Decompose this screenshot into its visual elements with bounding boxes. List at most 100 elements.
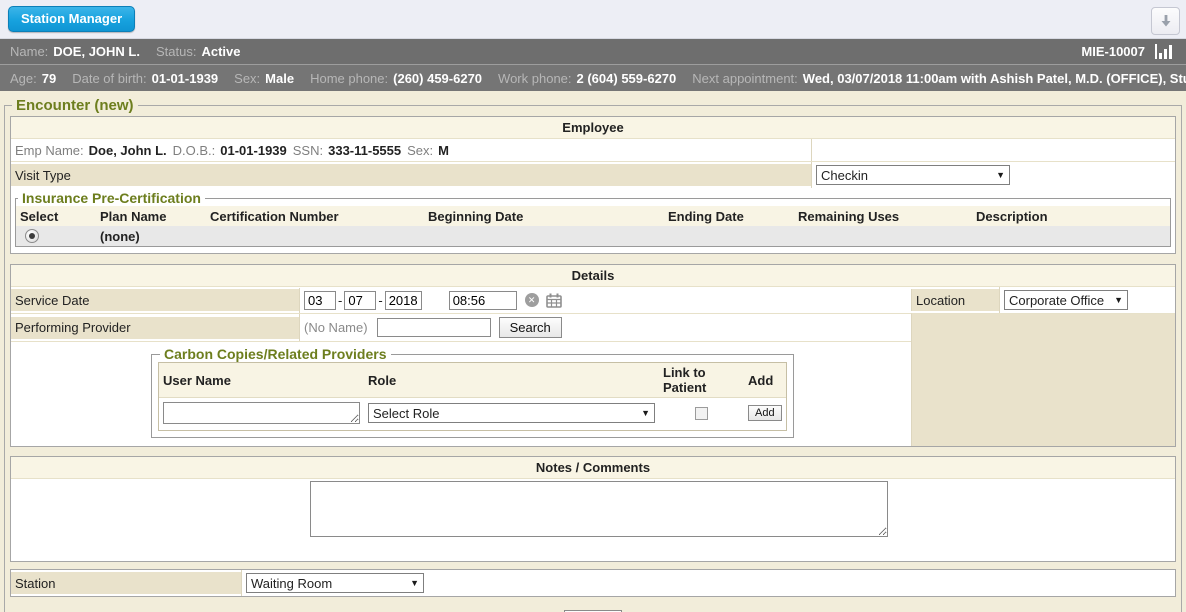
emp-dob-value: 01-01-1939 — [220, 143, 287, 158]
station-selected: Waiting Room — [251, 576, 332, 591]
dob-value: 01-01-1939 — [152, 71, 219, 86]
clear-date-icon[interactable]: ✕ — [525, 293, 539, 307]
age-value: 79 — [42, 71, 56, 86]
download-arrow-icon — [1158, 13, 1174, 29]
col-role: Role — [364, 371, 659, 390]
cc-user-name-input[interactable] — [163, 402, 360, 424]
home-phone-label: Home phone: — [310, 71, 388, 86]
sex-value: Male — [265, 71, 294, 86]
employee-info-row: Emp Name: Doe, John L. D.O.B.: 01-01-193… — [11, 139, 1175, 161]
notes-body — [11, 479, 1175, 561]
encounter-legend: Encounter (new) — [12, 97, 138, 114]
col-description: Description — [972, 206, 1170, 226]
col-link-to-patient: Link to Patient — [659, 363, 744, 397]
download-button[interactable] — [1151, 7, 1180, 35]
employee-info-empty-cell — [811, 139, 1175, 161]
col-certification-number: Certification Number — [206, 206, 424, 226]
col-plan-name: Plan Name — [96, 206, 206, 226]
carbon-copies-fieldset: Carbon Copies/Related Providers User Nam… — [151, 346, 794, 438]
col-select: Select — [16, 206, 96, 226]
patient-status: Active — [201, 44, 240, 59]
date-separator: - — [338, 293, 342, 308]
emp-dob-label: D.O.B.: — [173, 143, 216, 158]
carbon-copies-legend: Carbon Copies/Related Providers — [160, 346, 391, 362]
top-toolbar: Station Manager — [0, 0, 1186, 39]
station-section: Station Waiting Room ▼ — [10, 569, 1176, 597]
col-remaining-uses: Remaining Uses — [794, 206, 972, 226]
emp-sex-label: Sex: — [407, 143, 433, 158]
visit-type-row: Visit Type Checkin ▼ — [11, 161, 1175, 188]
chart-icon[interactable] — [1154, 44, 1176, 59]
details-section: Details Service Date - - ✕ — [10, 264, 1176, 447]
visit-type-select[interactable]: Checkin ▼ — [816, 165, 1010, 185]
cc-role-select[interactable]: Select Role ▼ — [368, 403, 655, 423]
location-selected: Corporate Office — [1009, 293, 1104, 308]
emp-ssn-value: 333-11-5555 — [328, 143, 401, 158]
insurance-plan-none: (none) — [96, 226, 206, 246]
provider-search-input[interactable] — [377, 318, 491, 337]
status-label: Status: — [156, 44, 196, 59]
insurance-fieldset: Insurance Pre-Certification Select Plan … — [15, 190, 1171, 247]
service-time-input[interactable] — [449, 291, 517, 310]
employee-header: Employee — [11, 117, 1175, 139]
insurance-legend: Insurance Pre-Certification — [18, 190, 205, 206]
service-date-inputs: - - ✕ — [299, 288, 911, 313]
encounter-fieldset: Encounter (new) Employee Emp Name: Doe, … — [4, 97, 1182, 612]
insurance-row-none: (none) — [16, 226, 1170, 246]
service-date-label: Service Date — [11, 289, 299, 311]
cc-link-patient-checkbox[interactable] — [695, 407, 708, 420]
calendar-icon[interactable] — [546, 293, 562, 308]
notes-section: Notes / Comments — [10, 456, 1176, 562]
provider-search-button[interactable]: Search — [499, 317, 562, 338]
service-date-month-input[interactable] — [304, 291, 336, 310]
chevron-down-icon: ▼ — [1114, 295, 1123, 305]
location-cell: Corporate Office ▼ — [999, 287, 1175, 313]
col-add: Add — [744, 371, 786, 390]
patient-name-bar: Name: DOE, JOHN L. Status: Active MIE-10… — [0, 39, 1186, 64]
dob-label: Date of birth: — [72, 71, 146, 86]
details-lower: Performing Provider (No Name) Search Car… — [11, 313, 1175, 446]
carbon-copies-table: User Name Role Link to Patient Add Selec… — [158, 362, 787, 431]
performing-provider-row: Performing Provider (No Name) Search — [11, 313, 911, 341]
work-phone-label: Work phone: — [498, 71, 571, 86]
insurance-wrap: Insurance Pre-Certification Select Plan … — [11, 188, 1175, 253]
cc-role-selected: Select Role — [373, 406, 439, 421]
work-phone-value: 2 (604) 559-6270 — [577, 71, 677, 86]
employee-info-cell: Emp Name: Doe, John L. D.O.B.: 01-01-193… — [11, 139, 811, 161]
sex-label: Sex: — [234, 71, 260, 86]
insurance-header-row: Select Plan Name Certification Number Be… — [16, 206, 1170, 226]
emp-name-label: Emp Name: — [15, 143, 84, 158]
chevron-down-icon: ▼ — [996, 170, 1005, 180]
carbon-copies-row: Carbon Copies/Related Providers User Nam… — [11, 341, 911, 438]
patient-name: DOE, JOHN L. — [53, 44, 140, 59]
service-date-year-input[interactable] — [385, 291, 422, 310]
notes-textarea[interactable] — [310, 481, 888, 537]
next-appt-value: Wed, 03/07/2018 11:00am with Ashish Pate… — [803, 71, 1186, 86]
service-date-row: Service Date - - ✕ Location — [11, 287, 1175, 313]
chevron-down-icon: ▼ — [641, 408, 650, 418]
performing-provider-cell: (No Name) Search — [299, 314, 911, 341]
insurance-radio-none[interactable] — [25, 229, 39, 243]
next-appt-label: Next appointment: — [692, 71, 798, 86]
patient-demographics-bar: Age: 79 Date of birth: 01-01-1939 Sex: M… — [0, 64, 1186, 91]
location-label: Location — [911, 289, 999, 311]
station-label: Station — [11, 572, 241, 594]
col-ending-date: Ending Date — [664, 206, 794, 226]
date-separator: - — [378, 293, 382, 308]
performing-provider-label: Performing Provider — [11, 317, 299, 339]
station-manager-button[interactable]: Station Manager — [8, 6, 135, 32]
emp-sex-value: M — [438, 143, 449, 158]
employee-section: Employee Emp Name: Doe, John L. D.O.B.: … — [10, 116, 1176, 254]
col-user-name: User Name — [159, 371, 364, 390]
col-beginning-date: Beginning Date — [424, 206, 664, 226]
station-select[interactable]: Waiting Room ▼ — [246, 573, 424, 593]
cc-add-button[interactable]: Add — [748, 405, 782, 421]
location-select[interactable]: Corporate Office ▼ — [1004, 290, 1128, 310]
main-content: Encounter (new) Employee Emp Name: Doe, … — [0, 91, 1186, 612]
cc-header-row: User Name Role Link to Patient Add — [159, 363, 786, 398]
provider-no-name: (No Name) — [304, 320, 368, 335]
details-header: Details — [11, 265, 1175, 287]
name-label: Name: — [10, 44, 48, 59]
service-date-day-input[interactable] — [344, 291, 376, 310]
visit-type-cell: Checkin ▼ — [811, 162, 1175, 188]
